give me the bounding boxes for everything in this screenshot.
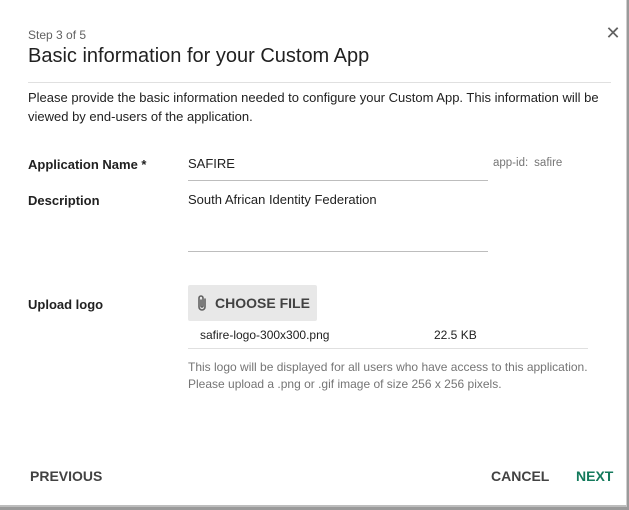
step-indicator: Step 3 of 5 [28,28,87,42]
app-name-underline [188,180,488,181]
choose-file-button[interactable]: CHOOSE FILE [188,285,317,321]
previous-button[interactable]: PREVIOUS [30,468,102,484]
file-divider [188,348,588,349]
app-id-display: app-id: safire [493,157,568,169]
custom-app-dialog: Step 3 of 5 Basic information for your C… [0,0,627,507]
app-name-label: Application Name * [28,157,147,172]
logo-hint-line-2: Please upload a .png or .gif image of si… [188,377,502,391]
next-button[interactable]: NEXT [576,468,613,484]
dialog-title: Basic information for your Custom App [28,45,370,67]
uploaded-file-name: safire-logo-300x300.png [200,328,330,342]
header-divider [28,82,611,83]
app-id-label: app-id: [493,157,529,169]
choose-file-label: CHOOSE FILE [215,295,310,311]
logo-hint: This logo will be displayed for all user… [188,359,608,393]
app-name-input[interactable]: SAFIRE [188,156,235,171]
paperclip-icon [195,294,209,312]
uploaded-file-size: 22.5 KB [434,328,477,342]
description-label: Description [28,193,100,208]
intro-text: Please provide the basic information nee… [28,90,599,124]
cancel-button[interactable]: CANCEL [491,468,549,484]
app-id-value: safire [534,157,563,169]
description-input[interactable]: South African Identity Federation [188,192,377,207]
description-underline [188,251,488,252]
logo-hint-line-1: This logo will be displayed for all user… [188,360,588,374]
upload-logo-label: Upload logo [28,297,104,312]
close-icon[interactable]: ✕ [604,24,622,42]
